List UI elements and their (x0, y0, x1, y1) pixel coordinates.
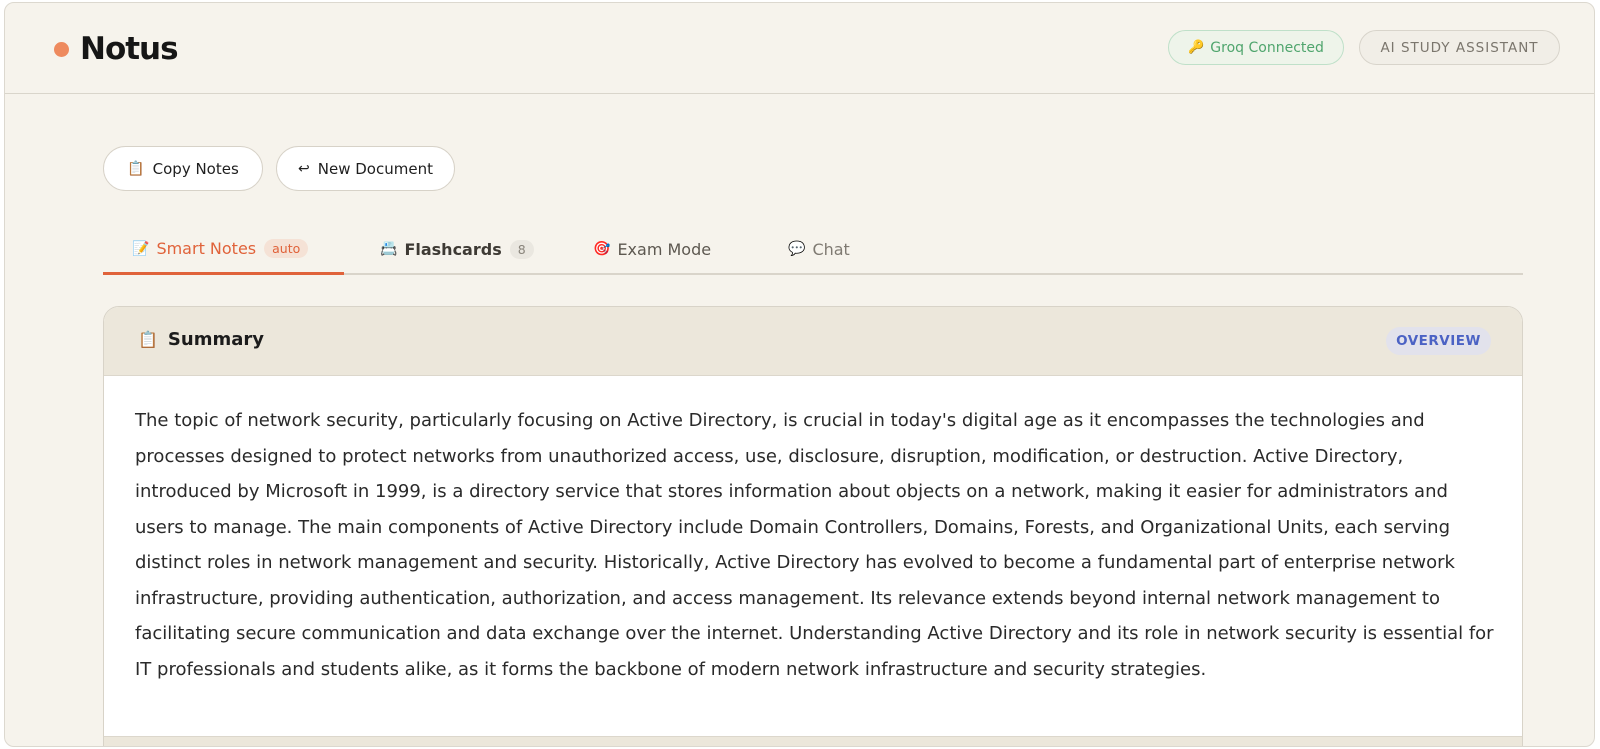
flashcards-count-badge: 8 (509, 239, 534, 259)
summary-card-header: 📋 Summary OVERVIEW (104, 307, 1522, 376)
brand-logo: Notus (54, 31, 179, 67)
return-arrow-icon: ↩ (298, 160, 310, 177)
summary-title: 📋 Summary (138, 329, 264, 350)
tab-exam-mode[interactable]: 🎯 Exam Mode (593, 225, 711, 273)
clipboard-icon: 📋 (127, 160, 145, 177)
speech-bubble-icon: 💬 (788, 241, 806, 257)
brand-dot (54, 41, 69, 57)
tab-smart-notes[interactable]: 📝 Smart Notes auto (103, 225, 344, 275)
tab-flashcards[interactable]: 📇 Flashcards 8 (380, 225, 534, 273)
summary-text: The topic of network security, particula… (135, 410, 1494, 680)
next-card-header (104, 736, 1522, 746)
new-document-button[interactable]: ↩ New Document (276, 146, 455, 191)
groq-status-label: Groq Connected (1210, 39, 1324, 56)
app-window: Notus 🔑 Groq Connected AI STUDY ASSISTAN… (4, 2, 1595, 747)
auto-badge: auto (264, 239, 309, 258)
tab-smart-notes-label: Smart Notes (156, 239, 257, 258)
groq-status-badge: 🔑 Groq Connected (1168, 30, 1344, 65)
new-document-label: New Document (317, 159, 433, 178)
clipboard-icon: 📋 (138, 330, 158, 349)
copy-notes-label: Copy Notes (152, 159, 239, 178)
header: Notus 🔑 Groq Connected AI STUDY ASSISTAN… (5, 3, 1594, 94)
tab-chat-label: Chat (812, 239, 850, 259)
tab-chat[interactable]: 💬 Chat (788, 225, 850, 273)
tab-flashcards-label: Flashcards (404, 239, 502, 259)
tab-bar: 📝 Smart Notes auto 📇 Flashcards 8 🎯 Exam… (103, 225, 1523, 275)
key-icon: 🔑 (1188, 40, 1205, 55)
assistant-label: AI STUDY ASSISTANT (1380, 39, 1539, 56)
cards-icon: 📇 (380, 241, 398, 257)
copy-notes-button[interactable]: 📋 Copy Notes (103, 146, 263, 191)
summary-card: 📋 Summary OVERVIEW The topic of network … (103, 306, 1523, 746)
summary-title-label: Summary (167, 329, 264, 350)
notepad-icon: 📝 (132, 240, 150, 257)
target-icon: 🎯 (593, 241, 611, 257)
tab-exam-mode-label: Exam Mode (617, 239, 712, 259)
overview-badge: OVERVIEW (1386, 327, 1491, 355)
assistant-badge: AI STUDY ASSISTANT (1359, 30, 1560, 65)
brand-name: Notus (80, 31, 179, 67)
